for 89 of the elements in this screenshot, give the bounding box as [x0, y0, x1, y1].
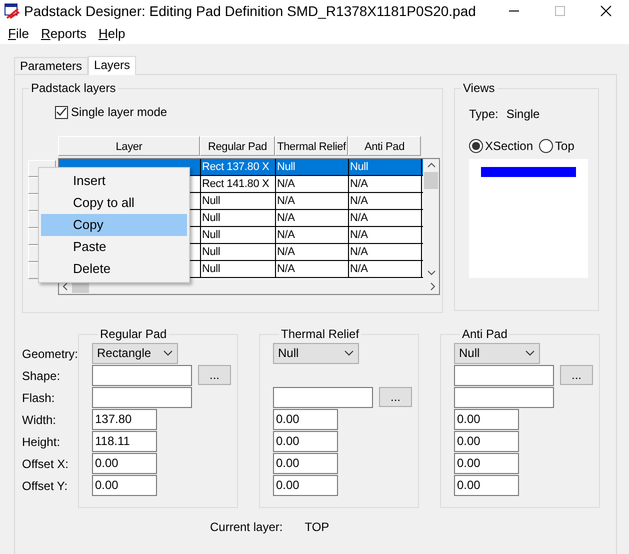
vertical-scrollbar[interactable]: [423, 159, 439, 279]
field-label: Width:: [22, 412, 58, 429]
flash-field[interactable]: [454, 386, 554, 408]
radio-label: XSection: [485, 139, 534, 153]
input-field[interactable]: 0.00: [273, 408, 338, 430]
field-label: Shape:: [22, 368, 62, 385]
field-label: Geometry:: [22, 346, 78, 363]
shape-field[interactable]: [92, 364, 192, 386]
table-cell: Null: [201, 261, 276, 277]
table-cell: N/A: [276, 244, 349, 260]
column-header[interactable]: Thermal Relief: [275, 136, 348, 156]
table-cell: Null: [276, 159, 349, 175]
group-title: Views: [462, 81, 496, 95]
geometry-dropdown[interactable]: Null: [273, 342, 359, 364]
group-title: Padstack layers: [30, 81, 117, 95]
table-cell: Rect 137.80 X: [201, 159, 276, 175]
tab[interactable]: Parameters: [14, 57, 88, 74]
input-field[interactable]: 137.80: [92, 408, 157, 430]
flash-field[interactable]: [273, 386, 373, 408]
tab[interactable]: Layers: [88, 56, 136, 75]
table-cell: Null: [201, 210, 276, 226]
input-field[interactable]: 0.00: [273, 430, 338, 452]
current-layer-label: Current layer:: [210, 520, 283, 534]
input-field[interactable]: 0.00: [454, 452, 519, 474]
window-title: Padstack Designer: Editing Pad Definition SMD_R1378X1181P0S20.pad: [24, 3, 477, 19]
table-cell: N/A: [349, 227, 422, 243]
input-field[interactable]: 118.11: [92, 430, 157, 452]
radio-button[interactable]: [539, 139, 554, 153]
column-header[interactable]: Regular Pad: [200, 136, 275, 156]
input-field[interactable]: 0.00: [273, 474, 338, 496]
shape-field[interactable]: [454, 364, 554, 386]
input-field[interactable]: 0.00: [273, 452, 338, 474]
radio-button[interactable]: [469, 139, 483, 153]
field-label: Flash:: [22, 390, 56, 407]
column-header[interactable]: Anti Pad: [348, 136, 421, 156]
current-layer-value: TOP: [304, 520, 330, 534]
group-title: Regular Pad: [99, 327, 168, 341]
input-field[interactable]: 0.00: [454, 408, 519, 430]
table-cell: Null: [201, 244, 276, 260]
scroll-right-icon[interactable]: [430, 282, 436, 291]
scroll-left-icon[interactable]: [62, 282, 68, 291]
horizontal-scrollbar[interactable]: [59, 279, 439, 294]
table-cell: N/A: [349, 176, 422, 192]
table-cell: N/A: [276, 193, 349, 209]
field-label: Height:: [22, 434, 62, 451]
app-icon: [4, 3, 20, 19]
input-field[interactable]: 0.00: [454, 430, 519, 452]
checkbox-label: Single layer mode: [71, 105, 168, 119]
table-cell: N/A: [276, 176, 349, 192]
table-cell: N/A: [349, 193, 422, 209]
input-field[interactable]: 0.00: [454, 474, 519, 496]
layer-bar-icon: [481, 167, 576, 177]
column-header[interactable]: Layer: [58, 136, 200, 156]
browse-button[interactable]: ...: [198, 365, 231, 385]
menu-item[interactable]: Copy: [41, 214, 187, 236]
type-value: Single: [506, 107, 540, 121]
browse-button[interactable]: ...: [560, 365, 593, 385]
input-field[interactable]: 0.00: [92, 452, 157, 474]
scroll-down-icon[interactable]: [426, 270, 436, 276]
browse-button[interactable]: ...: [379, 387, 412, 407]
table-cell: N/A: [349, 210, 422, 226]
table-cell: N/A: [349, 261, 422, 277]
geometry-dropdown[interactable]: Rectangle: [92, 342, 178, 364]
flash-field[interactable]: [92, 386, 192, 408]
table-cell: N/A: [276, 261, 349, 277]
table-cell: Null: [201, 227, 276, 243]
type-label: Type:: [469, 107, 498, 121]
scrollbar-thumb[interactable]: [424, 172, 438, 189]
caret-icon: [163, 350, 173, 356]
table-cell: N/A: [276, 227, 349, 243]
field-label: Offset Y:: [22, 478, 69, 495]
geometry-dropdown[interactable]: Null: [454, 342, 540, 364]
field-label: Offset X:: [22, 456, 70, 473]
table-cell: N/A: [276, 210, 349, 226]
group-title: Anti Pad: [461, 327, 508, 341]
table-cell: N/A: [349, 244, 422, 260]
table-cell: Null: [349, 159, 422, 175]
caret-icon: [525, 350, 535, 356]
scroll-up-icon[interactable]: [426, 162, 436, 168]
table-cell: Rect 141.80 X: [201, 176, 276, 192]
group-title: Thermal Relief: [280, 327, 360, 341]
menu-item[interactable]: Reports: [34, 26, 92, 40]
input-field[interactable]: 0.00: [92, 474, 157, 496]
menu-item[interactable]: Help: [92, 26, 132, 40]
radio-label: Top: [555, 139, 574, 153]
checkbox[interactable]: [55, 106, 68, 118]
table-cell: Null: [201, 193, 276, 209]
caret-icon: [344, 350, 354, 356]
menu-item[interactable]: File: [2, 26, 35, 40]
